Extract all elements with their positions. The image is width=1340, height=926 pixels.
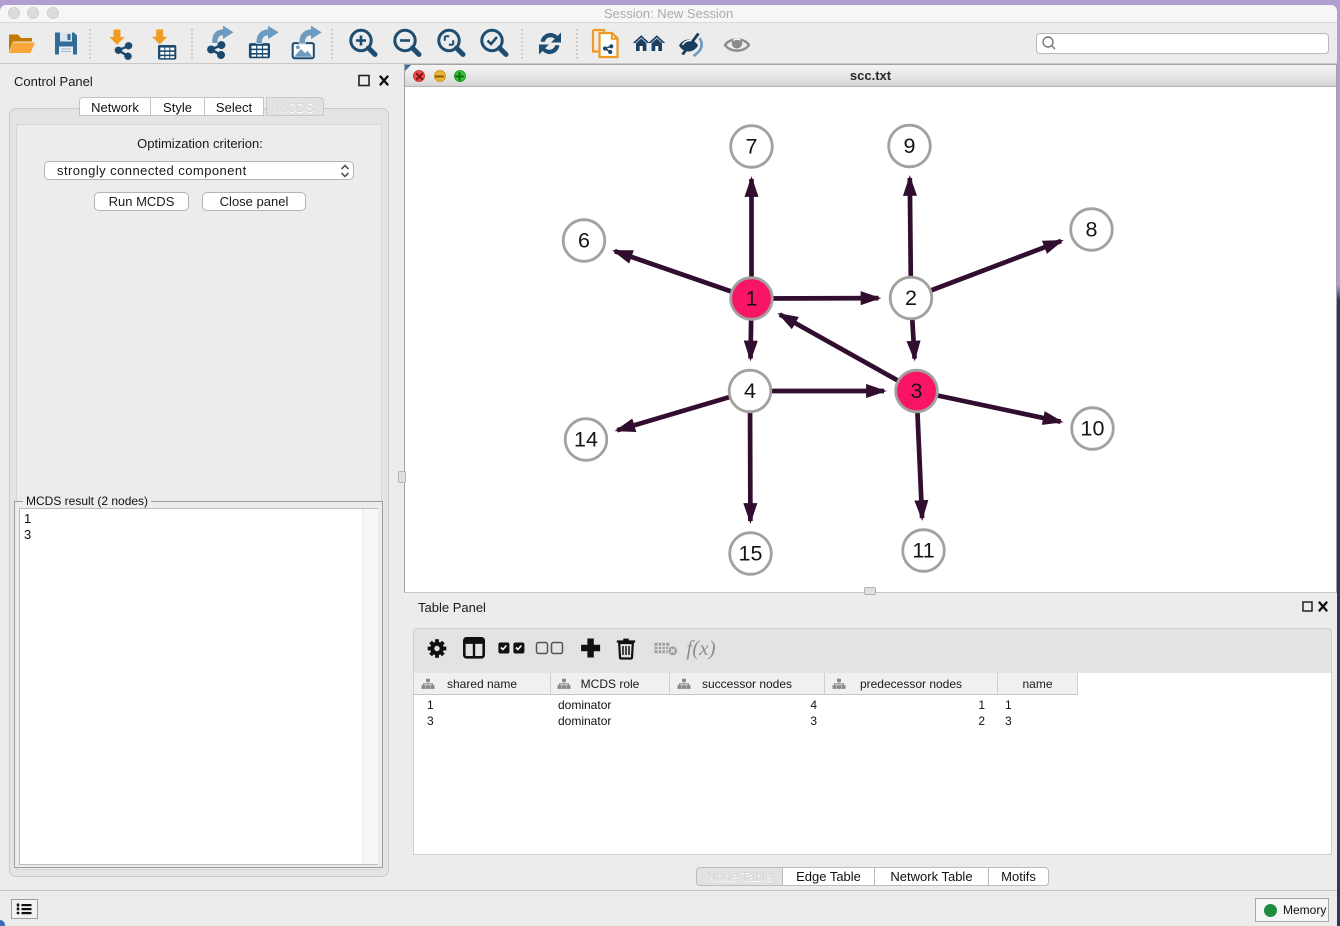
svg-text:9: 9: [904, 134, 916, 158]
svg-text:6: 6: [578, 228, 590, 252]
svg-text:10: 10: [1081, 416, 1105, 440]
svg-text:8: 8: [1086, 217, 1098, 241]
svg-text:3: 3: [911, 379, 923, 403]
svg-text:4: 4: [744, 379, 756, 403]
svg-text:2: 2: [905, 286, 917, 310]
svg-text:15: 15: [739, 541, 763, 565]
svg-text:14: 14: [574, 427, 598, 451]
svg-text:1: 1: [746, 286, 758, 310]
svg-text:11: 11: [912, 538, 934, 562]
svg-text:7: 7: [746, 134, 758, 158]
svg-text:f(x): f(x): [686, 636, 715, 660]
